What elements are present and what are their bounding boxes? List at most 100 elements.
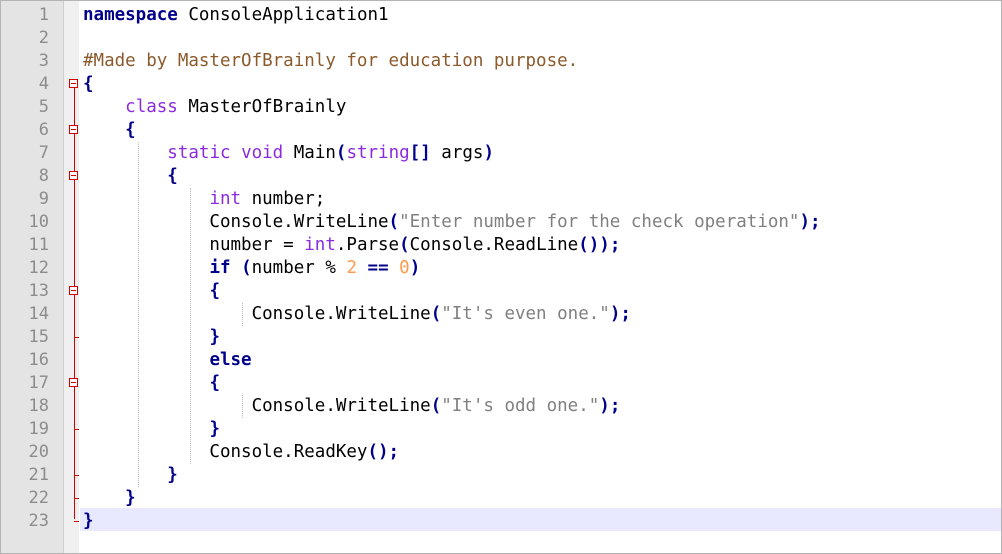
code-text: { bbox=[83, 372, 220, 395]
code-token: MasterOfBrainly bbox=[177, 97, 347, 117]
code-line[interactable]: 3 #Made by MasterOfBrainly for education … bbox=[1, 50, 1001, 73]
code-line[interactable]: 17 { bbox=[1, 372, 1001, 395]
code-line[interactable]: 9 int number; bbox=[1, 188, 1001, 211]
code-token: (); bbox=[367, 442, 400, 462]
code-line[interactable]: 6 { bbox=[1, 119, 1001, 142]
code-text: class MasterOfBrainly bbox=[83, 96, 346, 119]
code-token: ); bbox=[599, 396, 621, 416]
line-number: 6 bbox=[38, 120, 49, 140]
indent-guide bbox=[190, 188, 191, 464]
code-line[interactable]: 10 Console.WriteLine("Enter number for t… bbox=[1, 211, 1001, 234]
code-token: void bbox=[241, 143, 284, 163]
line-number: 15 bbox=[28, 327, 49, 347]
code-line[interactable]: 21 } bbox=[1, 464, 1001, 487]
code-text: { bbox=[83, 73, 94, 96]
code-line[interactable]: 15 } bbox=[1, 326, 1001, 349]
code-line[interactable]: 13 { bbox=[1, 280, 1001, 303]
code-text: #Made by MasterOfBrainly for education p… bbox=[83, 50, 578, 73]
code-text: Console.ReadKey(); bbox=[83, 441, 399, 464]
code-token: ); bbox=[609, 304, 631, 324]
code-token: ( bbox=[241, 258, 252, 278]
line-number: 10 bbox=[28, 212, 49, 232]
code-token: args bbox=[430, 143, 484, 163]
line-number: 1 bbox=[38, 5, 49, 25]
code-token: Console.WriteLine bbox=[83, 304, 431, 324]
fold-toggle-icon[interactable] bbox=[69, 286, 78, 295]
code-token: number % bbox=[251, 258, 347, 278]
code-token: ( bbox=[430, 396, 442, 416]
line-number: 22 bbox=[28, 488, 49, 508]
code-text: Console.WriteLine("It's even one."); bbox=[83, 303, 631, 326]
code-editor[interactable]: 1 namespace ConsoleApplication1 2 3 #Made by… bbox=[0, 0, 1002, 554]
code-token: ConsoleApplication1 bbox=[177, 5, 389, 25]
code-token: ( bbox=[388, 212, 400, 232]
code-token: "It's odd one." bbox=[441, 396, 600, 416]
code-text: number = int.Parse(Console.ReadLine()); bbox=[83, 234, 620, 257]
code-token: if bbox=[209, 258, 231, 278]
code-text: else bbox=[83, 349, 252, 372]
code-token: int bbox=[209, 189, 242, 209]
code-text: } bbox=[83, 487, 136, 510]
line-number: 7 bbox=[38, 143, 49, 163]
code-token: ) bbox=[409, 258, 421, 278]
code-line[interactable]: 5 class MasterOfBrainly bbox=[1, 96, 1001, 119]
code-token: Console.WriteLine bbox=[83, 212, 389, 232]
code-text: } bbox=[83, 510, 94, 533]
code-line[interactable]: 19 } bbox=[1, 418, 1001, 441]
fold-end-marker-icon bbox=[74, 487, 79, 499]
fold-toggle-icon[interactable] bbox=[69, 125, 78, 134]
code-text: namespace ConsoleApplication1 bbox=[83, 4, 389, 27]
code-token: int bbox=[304, 235, 336, 255]
line-number: 11 bbox=[28, 235, 49, 255]
code-text: { bbox=[83, 165, 178, 188]
line-number: 3 bbox=[38, 51, 49, 71]
fold-toggle-icon[interactable] bbox=[69, 378, 78, 387]
code-token: else bbox=[209, 350, 252, 370]
code-line[interactable]: 20 Console.ReadKey(); bbox=[1, 441, 1001, 464]
code-token: ( bbox=[335, 143, 347, 163]
line-number: 16 bbox=[28, 350, 49, 370]
code-token: Console.ReadLine bbox=[409, 235, 579, 255]
code-token: [] bbox=[409, 143, 431, 163]
line-number: 8 bbox=[38, 166, 49, 186]
line-number: 23 bbox=[28, 511, 49, 531]
line-number: 19 bbox=[28, 419, 49, 439]
code-token: 0 bbox=[399, 258, 410, 278]
code-token: "It's even one." bbox=[441, 304, 610, 324]
fold-end-marker-icon bbox=[74, 418, 79, 430]
code-token: ( bbox=[399, 235, 410, 255]
code-line[interactable]: 18 Console.WriteLine("It's odd one."); bbox=[1, 395, 1001, 418]
code-token: string bbox=[346, 143, 410, 163]
code-token: ()); bbox=[578, 235, 621, 255]
code-line[interactable]: 7 static void Main(string[] args) bbox=[1, 142, 1001, 165]
fold-toggle-icon[interactable] bbox=[69, 79, 78, 88]
code-line[interactable]: 16 else bbox=[1, 349, 1001, 372]
code-token: 2 bbox=[346, 258, 357, 278]
fold-toggle-icon[interactable] bbox=[69, 171, 78, 180]
code-token: } bbox=[125, 488, 136, 508]
code-token: Console.WriteLine bbox=[83, 396, 431, 416]
code-line[interactable]: 1 namespace ConsoleApplication1 bbox=[1, 4, 1001, 27]
code-line[interactable]: 12 if (number % 2 == 0) bbox=[1, 257, 1001, 280]
indent-guide bbox=[242, 303, 243, 326]
code-line[interactable]: 4{ bbox=[1, 73, 1001, 96]
code-token: namespace bbox=[83, 5, 178, 25]
line-number: 12 bbox=[28, 258, 49, 278]
code-line[interactable]: 14 Console.WriteLine("It's even one."); bbox=[1, 303, 1001, 326]
line-number: 13 bbox=[28, 281, 49, 301]
code-token: static bbox=[167, 143, 231, 163]
fold-end-marker-icon bbox=[74, 464, 79, 476]
code-line[interactable]: 11 number = int.Parse(Console.ReadLine()… bbox=[1, 234, 1001, 257]
line-number: 5 bbox=[38, 97, 49, 117]
code-line[interactable]: 22 } bbox=[1, 487, 1001, 510]
code-token: number; bbox=[241, 189, 326, 209]
code-line[interactable]: 23} bbox=[1, 510, 1001, 533]
code-token: ) bbox=[483, 143, 494, 163]
code-text: int number; bbox=[83, 188, 325, 211]
code-line[interactable]: 8 { bbox=[1, 165, 1001, 188]
code-line[interactable]: 2 bbox=[1, 27, 1001, 50]
